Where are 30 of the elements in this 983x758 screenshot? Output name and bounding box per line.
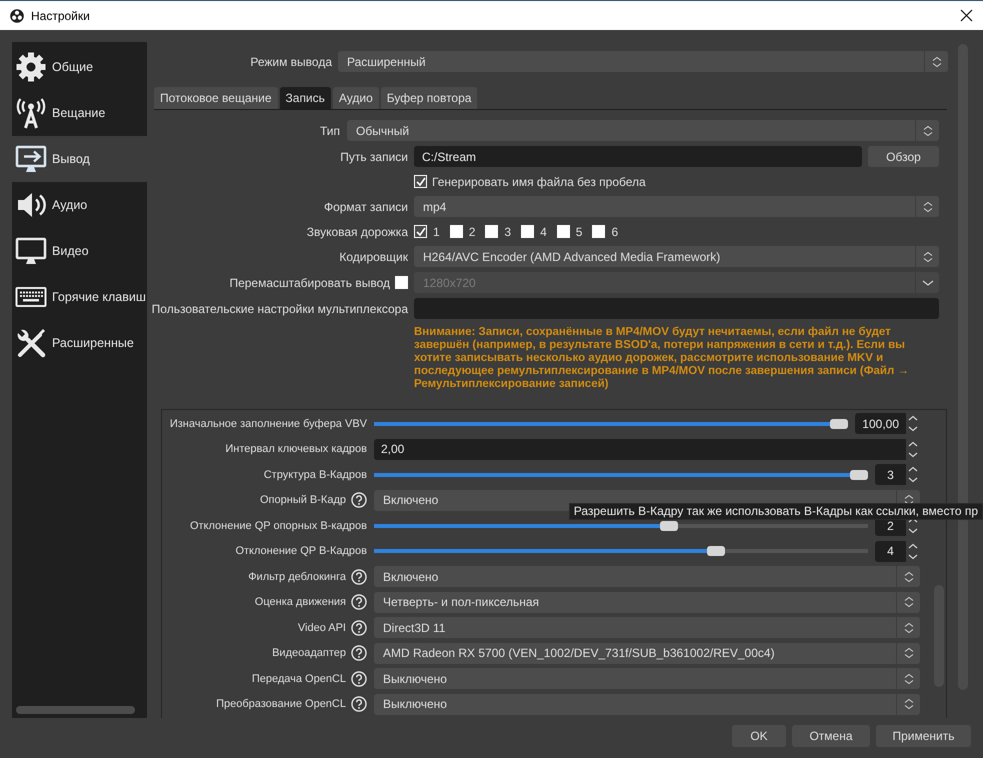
field-label: Путь записи <box>340 150 408 164</box>
field-label: Изначальное заполнение буфера VBV <box>170 418 367 430</box>
field-label: Преобразование OpenCL <box>216 698 346 710</box>
checkbox-label: 6 <box>611 224 618 238</box>
checkbox-label: 2 <box>468 224 476 238</box>
field-label: Пользовательские настройки мультиплексора <box>152 302 408 316</box>
field-label: Формат записи <box>324 200 408 214</box>
field-label: Отклонение QP В-Кадров <box>235 545 367 558</box>
tooltip: Разрешить В-Кадру так же использовать В-Кадры как ссылки, вместо пр <box>568 503 983 520</box>
field-label: Режим вывода <box>250 54 332 68</box>
field-label: Интервал ключевых кадров <box>225 443 367 456</box>
field-label: Тип <box>320 124 340 138</box>
field-label: Передача OpenCL <box>252 672 346 685</box>
field-label: Video API <box>298 622 346 634</box>
checkbox-label: Генерировать имя файла без пробела <box>432 174 646 188</box>
field-label: Опорный В-Кадр <box>260 494 346 506</box>
field-label: Структура В-Кадров <box>264 468 367 481</box>
window-title: Настройки <box>31 8 91 22</box>
field-label: Звуковая дорожка <box>306 224 408 238</box>
checkbox-label: 1 <box>433 224 440 238</box>
checkbox-label: 3 <box>504 224 512 238</box>
field-label: Оценка движения <box>254 596 346 608</box>
field-label: Фильтр деблокинга <box>248 570 346 583</box>
field-label: Кодировщик <box>339 250 408 264</box>
field-label: Отклонение QP опорных В-кадров <box>190 520 367 532</box>
checkbox-label: 5 <box>576 224 582 238</box>
field-label: Видеоадаптер <box>272 647 346 660</box>
warning-text: Внимание: Записи, сохранённые в MP4/MOV будут нечитаемы, если файл не будет завершён (например, в результате BSOD'a, потери напряжения в сети и т.д.). Если вы хотите записывать несколько аудио дорожек, рассмотрите использование MKV и последующее ремультиплексирование в MP4/MOV после завершения записи (Файл → Ремультиплексирование записей) <box>414 326 910 391</box>
field-label: Перемасштабировать вывод <box>229 276 390 290</box>
checkbox-label: 4 <box>540 224 547 238</box>
